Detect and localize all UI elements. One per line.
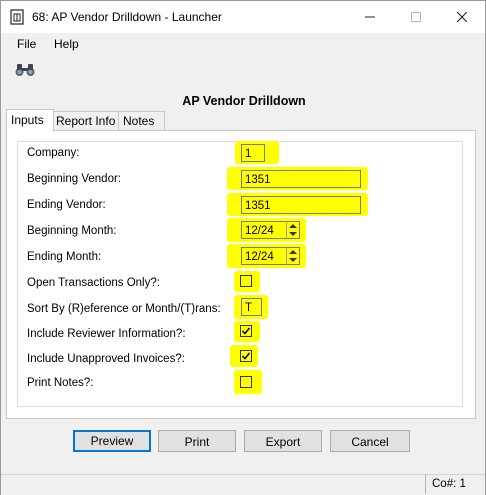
toolbar bbox=[1, 55, 485, 85]
menu-help[interactable]: Help bbox=[54, 37, 79, 51]
tab-report-info[interactable]: Report Info bbox=[51, 111, 124, 131]
ending-vendor-input[interactable]: 1351 bbox=[241, 196, 361, 214]
close-icon bbox=[457, 12, 467, 22]
tab-inputs[interactable]: Inputs bbox=[6, 109, 54, 132]
ending-month-input[interactable]: 12/24 bbox=[241, 247, 300, 265]
beginning-month-label: Beginning Month: bbox=[27, 225, 117, 237]
spin-down-icon[interactable] bbox=[289, 232, 297, 236]
sort-by-label: Sort By (R)eference or Month/(T)rans: bbox=[27, 303, 221, 315]
window-title: 68: AP Vendor Drilldown - Launcher bbox=[32, 10, 222, 24]
menu-file[interactable]: File bbox=[17, 37, 36, 51]
include-reviewer-label: Include Reviewer Information?: bbox=[27, 328, 186, 340]
print-notes-label: Print Notes?: bbox=[27, 377, 94, 389]
launcher-window: 68: AP Vendor Drilldown - Launcher File … bbox=[0, 0, 486, 495]
include-reviewer-checkbox[interactable] bbox=[240, 325, 252, 337]
spin-up-icon[interactable] bbox=[289, 224, 297, 228]
company-label: Company: bbox=[27, 147, 80, 159]
print-button[interactable]: Print bbox=[158, 430, 236, 452]
sort-by-input[interactable]: T bbox=[241, 298, 262, 316]
beginning-vendor-label: Beginning Vendor: bbox=[27, 173, 121, 185]
preview-button[interactable]: Preview bbox=[73, 430, 151, 452]
tab-notes[interactable]: Notes bbox=[118, 111, 165, 131]
binoculars-icon[interactable] bbox=[14, 63, 36, 77]
spin-up-icon[interactable] bbox=[289, 250, 297, 254]
include-unapproved-checkbox[interactable] bbox=[240, 350, 252, 362]
minimize-icon bbox=[365, 16, 375, 18]
maximize-button[interactable] bbox=[393, 1, 439, 33]
open-transactions-checkbox[interactable] bbox=[240, 275, 252, 287]
form-heading: AP Vendor Drilldown bbox=[182, 94, 306, 108]
spin-down-icon[interactable] bbox=[289, 258, 297, 262]
include-unapproved-label: Include Unapproved Invoices?: bbox=[27, 353, 185, 365]
close-button[interactable] bbox=[439, 1, 485, 33]
title-bar: 68: AP Vendor Drilldown - Launcher bbox=[1, 1, 485, 33]
beginning-month-value: 12/24 bbox=[245, 225, 274, 237]
checkmark-icon bbox=[241, 327, 251, 335]
ending-month-spinner[interactable] bbox=[286, 247, 300, 265]
open-transactions-label: Open Transactions Only?: bbox=[27, 277, 160, 289]
beginning-month-spinner[interactable] bbox=[286, 221, 300, 239]
cancel-button[interactable]: Cancel bbox=[330, 430, 410, 452]
checkmark-icon bbox=[241, 352, 251, 360]
ending-month-value: 12/24 bbox=[245, 251, 274, 263]
company-status: Co#: 1 bbox=[425, 474, 466, 494]
export-button[interactable]: Export bbox=[244, 430, 322, 452]
status-bar bbox=[1, 474, 485, 495]
app-document-icon bbox=[10, 9, 24, 25]
beginning-month-input[interactable]: 12/24 bbox=[241, 221, 300, 239]
ending-month-label: Ending Month: bbox=[27, 251, 102, 263]
ending-vendor-label: Ending Vendor: bbox=[27, 199, 106, 211]
menu-bar: File Help bbox=[1, 33, 485, 55]
beginning-vendor-input[interactable]: 1351 bbox=[241, 170, 361, 188]
maximize-icon bbox=[411, 12, 421, 22]
minimize-button[interactable] bbox=[347, 1, 393, 33]
company-input[interactable]: 1 bbox=[241, 144, 265, 162]
print-notes-checkbox[interactable] bbox=[240, 376, 252, 388]
